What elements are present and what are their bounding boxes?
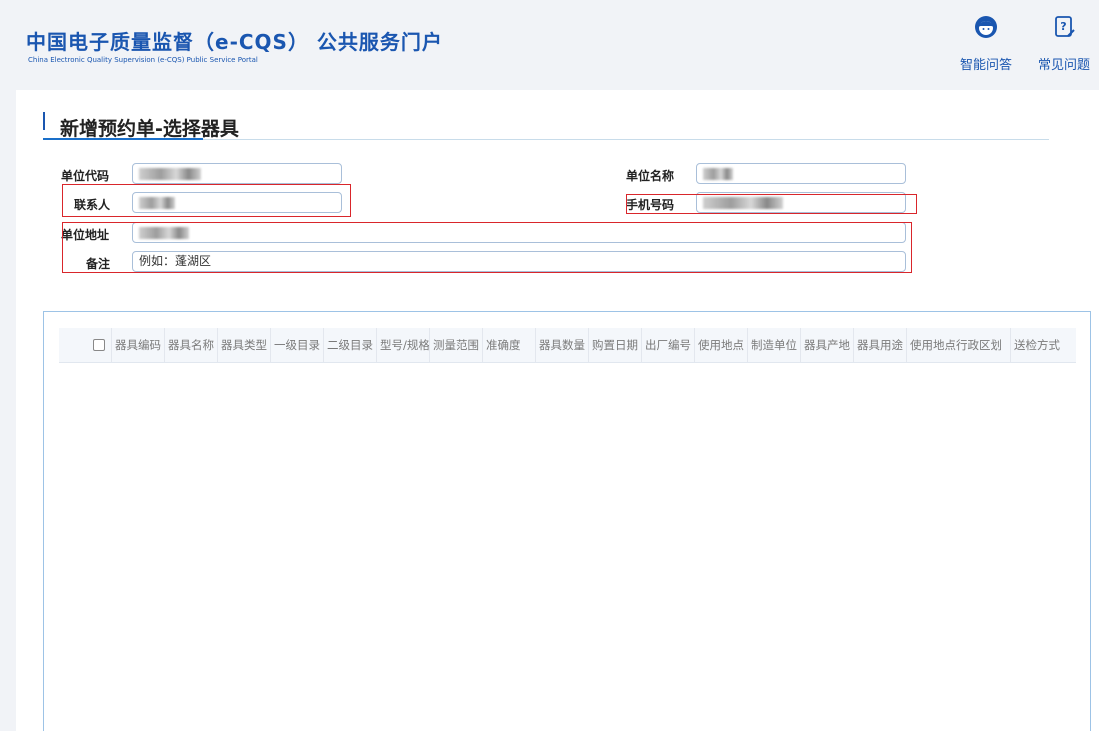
highlight-contact xyxy=(62,184,351,217)
column-header[interactable]: 器具名称 xyxy=(164,328,217,362)
row-number-header xyxy=(59,328,87,362)
assistant-icon xyxy=(975,16,997,38)
select-all-cell xyxy=(87,339,111,351)
grid-header: 器具编码 器具名称 器具类型 一级目录 二级目录 型号/规格 测量范围 准确度 … xyxy=(59,328,1076,363)
portal-subtitle: China Electronic Quality Supervision (e-… xyxy=(28,56,258,64)
column-header[interactable]: 使用地点 xyxy=(694,328,747,362)
column-header[interactable]: 出厂编号 xyxy=(641,328,694,362)
column-header[interactable]: 购置日期 xyxy=(588,328,641,362)
highlight-address-remark xyxy=(62,222,912,273)
column-header[interactable]: 器具用途 xyxy=(853,328,906,362)
instrument-grid: 器具编码 器具名称 器具类型 一级目录 二级目录 型号/规格 测量范围 准确度 … xyxy=(43,311,1091,731)
smart-qa-label: 智能问答 xyxy=(959,58,1012,73)
redacted-value xyxy=(139,167,201,180)
column-header[interactable]: 器具产地 xyxy=(800,328,853,362)
highlight-phone xyxy=(626,194,917,214)
title-accent-bar xyxy=(43,112,45,130)
unit-name-label: 单位名称 xyxy=(626,169,675,183)
faq-label: 常见问题 xyxy=(1037,58,1090,73)
page-title: 新增预约单-选择器具 xyxy=(60,118,239,140)
column-header[interactable]: 器具编码 xyxy=(111,328,164,362)
column-header[interactable]: 器具数量 xyxy=(535,328,588,362)
redacted-value xyxy=(703,167,733,180)
unit-code-input[interactable] xyxy=(132,163,342,184)
portal-title: 中国电子质量监督（e-CQS） 公共服务门户 xyxy=(26,30,443,54)
column-header[interactable]: 准确度 xyxy=(482,328,535,362)
unit-name-input[interactable] xyxy=(696,163,906,184)
column-header[interactable]: 型号/规格 xyxy=(376,328,429,362)
faq-link[interactable]: ? 常见问题 xyxy=(1034,14,1094,73)
faq-icon: ? xyxy=(1055,16,1075,37)
column-header[interactable]: 使用地点行政区划 xyxy=(906,328,1010,362)
column-header[interactable]: 器具类型 xyxy=(217,328,270,362)
column-header[interactable]: 测量范围 xyxy=(429,328,482,362)
portal-header: 中国电子质量监督（e-CQS） 公共服务门户 China Electronic … xyxy=(0,0,1099,90)
column-header[interactable]: 一级目录 xyxy=(270,328,323,362)
column-header[interactable]: 制造单位 xyxy=(747,328,800,362)
column-header[interactable]: 送检方式 xyxy=(1010,328,1070,362)
smart-qa-link[interactable]: 智能问答 xyxy=(956,14,1016,73)
svg-text:?: ? xyxy=(1060,20,1066,33)
column-header[interactable]: 二级目录 xyxy=(323,328,376,362)
select-all-checkbox[interactable] xyxy=(93,339,105,351)
unit-code-label: 单位代码 xyxy=(61,169,110,183)
page-title-area: 新增预约单-选择器具 xyxy=(43,112,1049,140)
title-underline xyxy=(43,138,203,140)
